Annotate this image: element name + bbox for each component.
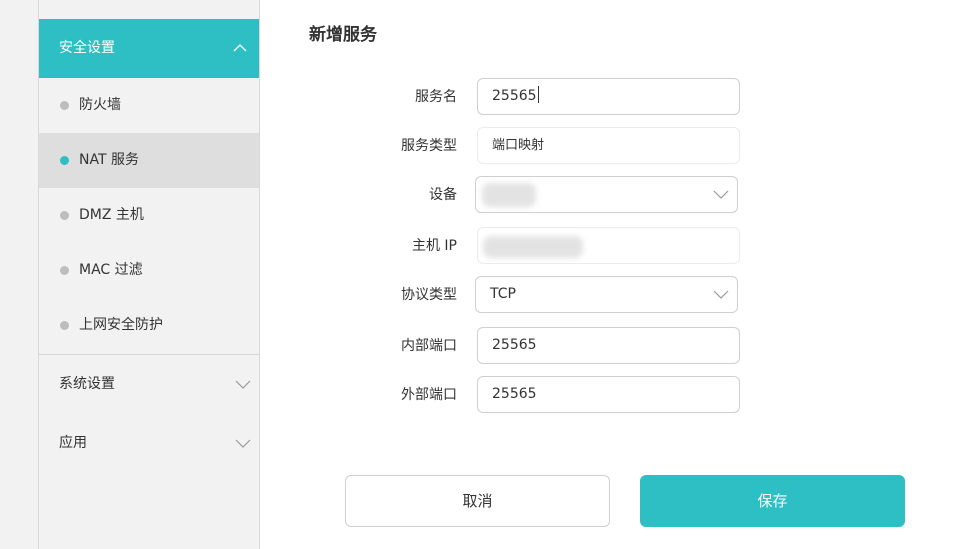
chevron-up-icon	[233, 44, 247, 52]
service-name-input[interactable]: 25565	[477, 78, 740, 115]
bullet-dot-icon	[60, 266, 69, 275]
sidebar-item-label: 防火墙	[79, 97, 121, 113]
sidebar-item-label: MAC 过滤	[79, 262, 143, 278]
redacted-host-ip	[483, 236, 583, 258]
service-name-value: 25565	[492, 88, 537, 104]
host-ip-field	[477, 227, 740, 264]
internal-port-value: 25565	[492, 337, 537, 353]
external-port-value: 25565	[492, 386, 537, 402]
cancel-button[interactable]: 取消	[345, 475, 610, 527]
save-button[interactable]: 保存	[640, 475, 905, 527]
sidebar-item-label: DMZ 主机	[79, 207, 144, 223]
internal-port-label: 内部端口	[401, 338, 457, 354]
external-port-input[interactable]: 25565	[477, 376, 740, 413]
sidebar-item-label: 上网安全防护	[79, 317, 163, 333]
protocol-value: TCP	[490, 286, 516, 302]
sidebar-item-firewall[interactable]: 防火墙	[39, 78, 259, 133]
page-title: 新增服务	[309, 25, 377, 45]
chevron-down-icon	[713, 190, 729, 199]
bullet-dot-icon	[60, 211, 69, 220]
sidebar-top-strip	[39, 0, 259, 19]
chevron-down-icon	[235, 380, 251, 389]
sidebar-section-label: 安全设置	[59, 40, 115, 56]
sidebar-group-label: 应用	[59, 435, 87, 451]
sidebar-item-dmz-host[interactable]: DMZ 主机	[39, 188, 259, 243]
protocol-label: 协议类型	[401, 287, 457, 303]
bullet-dot-icon	[60, 321, 69, 330]
sidebar-group-apps[interactable]: 应用	[39, 414, 259, 473]
device-label: 设备	[429, 187, 457, 203]
service-type-field: 端口映射	[477, 127, 740, 164]
bullet-dot-icon	[60, 101, 69, 110]
bullet-dot-icon	[60, 156, 69, 165]
chevron-down-icon	[235, 439, 251, 448]
sidebar: 安全设置 防火墙 NAT 服务 DMZ 主机 MAC 过滤 上网安全防护 系统设…	[39, 0, 260, 549]
sidebar-group-system-settings[interactable]: 系统设置	[39, 355, 259, 414]
device-select[interactable]	[475, 176, 738, 213]
sidebar-group-label: 系统设置	[59, 376, 115, 392]
service-type-value: 端口映射	[492, 138, 545, 153]
sidebar-section-security[interactable]: 安全设置	[39, 19, 259, 78]
sidebar-item-mac-filter[interactable]: MAC 过滤	[39, 243, 259, 298]
chevron-down-icon	[713, 290, 729, 299]
sidebar-item-nat-service[interactable]: NAT 服务	[39, 133, 259, 188]
redacted-device-name	[482, 183, 536, 207]
sidebar-item-web-protection[interactable]: 上网安全防护	[39, 298, 259, 353]
service-name-label: 服务名	[415, 89, 457, 105]
external-port-label: 外部端口	[401, 387, 457, 403]
internal-port-input[interactable]: 25565	[477, 327, 740, 364]
text-caret	[537, 86, 539, 103]
sidebar-item-label: NAT 服务	[79, 152, 139, 168]
service-type-label: 服务类型	[401, 138, 457, 154]
left-gutter	[0, 0, 39, 549]
host-ip-label: 主机 IP	[411, 238, 457, 254]
protocol-select[interactable]: TCP	[475, 276, 738, 313]
